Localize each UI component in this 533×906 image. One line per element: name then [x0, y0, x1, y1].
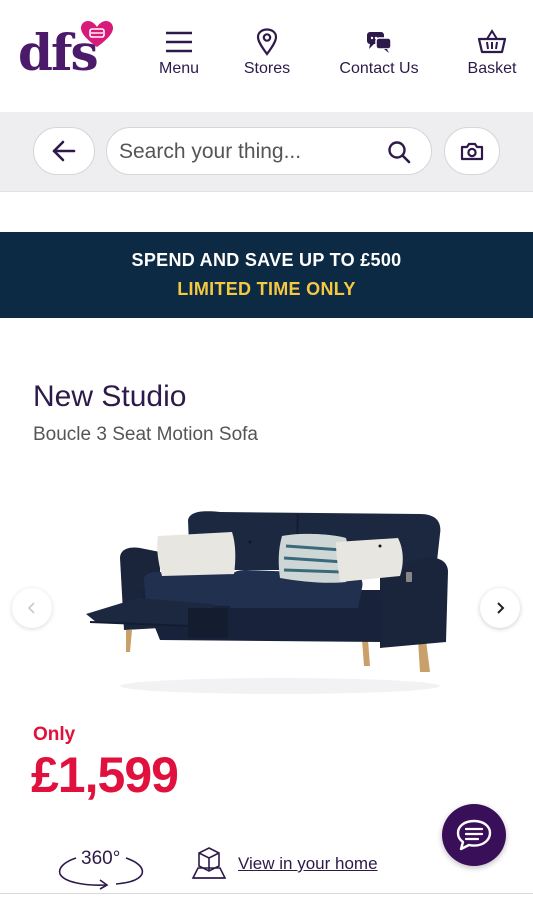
nav-stores-label: Stores — [243, 60, 291, 77]
back-button[interactable] — [33, 127, 95, 175]
view-in-home-icon — [191, 847, 227, 879]
product-gallery — [0, 470, 533, 710]
site-header: dfs Menu Stores Contact Us Basket — [0, 0, 533, 112]
gallery-next-button[interactable] — [480, 588, 520, 628]
view-360-button[interactable]: 360° — [56, 846, 146, 890]
search-icon[interactable] — [387, 140, 411, 164]
nav-stores[interactable]: Stores — [236, 28, 298, 78]
product-title: New Studio — [33, 380, 187, 413]
dfs-logo[interactable]: dfs — [18, 20, 114, 84]
nav-basket-label: Basket — [467, 60, 517, 77]
view-in-your-home-link[interactable]: View in your home — [238, 854, 378, 874]
product-subtitle: Boucle 3 Seat Motion Sofa — [33, 424, 258, 445]
live-chat-button[interactable] — [442, 804, 506, 866]
nav-menu-label: Menu — [158, 60, 200, 77]
search-input[interactable] — [119, 138, 379, 166]
sofa-heart-icon — [81, 21, 113, 47]
promo-subline: LIMITED TIME ONLY — [177, 279, 356, 299]
nav-contact-us[interactable]: Contact Us — [328, 28, 430, 78]
basket-icon — [477, 29, 507, 54]
nav-menu[interactable]: Menu — [150, 28, 208, 78]
search-box — [106, 127, 432, 175]
hamburger-icon — [166, 31, 192, 53]
nav-basket[interactable]: Basket — [460, 28, 524, 78]
nav-contact-us-label: Contact Us — [339, 60, 419, 77]
visual-search-button[interactable] — [444, 127, 500, 175]
camera-icon — [460, 142, 484, 161]
chat-icon — [456, 819, 492, 851]
gallery-prev-button[interactable] — [12, 588, 52, 628]
search-bar — [0, 112, 533, 192]
product-price: £1,599 — [31, 747, 179, 803]
chat-bubbles-icon — [367, 32, 392, 53]
map-pin-icon — [256, 28, 278, 56]
view-360-label: 360° — [81, 848, 121, 869]
promo-headline: SPEND AND SAVE UP TO £500 — [131, 250, 402, 270]
arrow-left-icon — [52, 140, 76, 162]
price-prefix: Only — [33, 724, 76, 745]
product-image[interactable] — [80, 490, 460, 700]
chevron-left-icon — [27, 602, 35, 614]
chevron-right-icon — [497, 602, 505, 614]
promo-banner[interactable]: SPEND AND SAVE UP TO £500 LIMITED TIME O… — [0, 232, 533, 318]
divider — [0, 893, 533, 894]
